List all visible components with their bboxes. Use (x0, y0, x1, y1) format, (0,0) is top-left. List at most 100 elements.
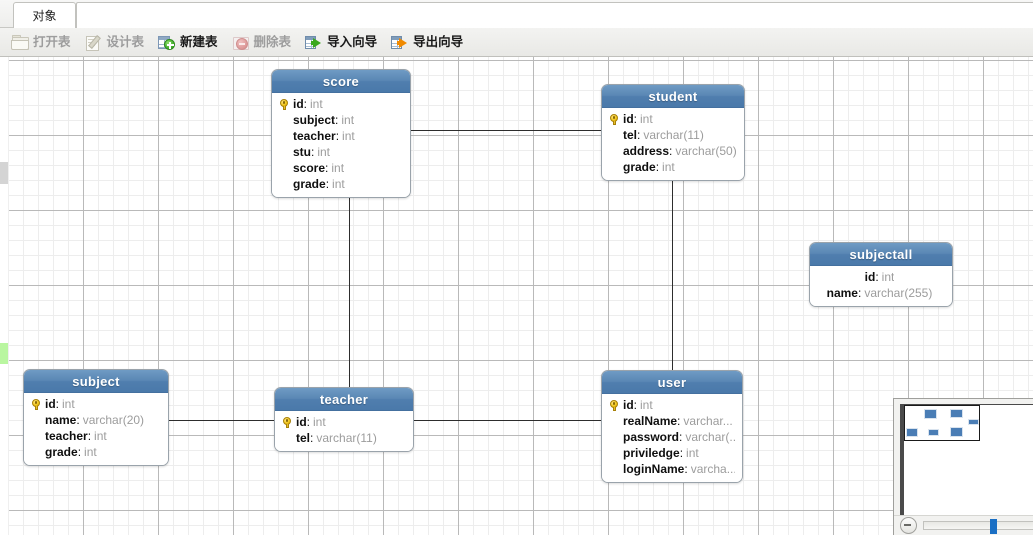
er-field-row[interactable]: teacher: int (276, 128, 403, 144)
er-field-type: int (686, 446, 699, 460)
er-field-type: int (94, 429, 107, 443)
er-table-subject[interactable]: subject id: int name: varchar(20) teacher: int… (23, 369, 169, 466)
er-field-separator: : (76, 413, 80, 427)
delete-table-label: 删除表 (253, 34, 292, 49)
er-field-row[interactable]: password: varchar(... (606, 429, 735, 445)
er-table-subjectall[interactable]: subjectall id: int name: varchar(255) (809, 242, 953, 307)
er-field-type: int (84, 445, 97, 459)
er-field-separator: : (684, 462, 688, 476)
er-table-fields-user: id: int realName: varchar... password: varcha… (602, 394, 742, 482)
er-field-separator: : (655, 160, 660, 174)
er-field-name: id (296, 415, 307, 429)
canvas-left-margin-strip (0, 57, 9, 535)
design-table-button[interactable]: 设计表 (84, 30, 152, 54)
canvas-scroll-marker[interactable] (0, 162, 8, 184)
er-field-type: int (313, 415, 326, 429)
er-field-name: stu (293, 145, 311, 159)
relation-student-user (672, 181, 673, 370)
er-field-type: varchar... (683, 414, 733, 428)
er-field-type: varchar(50) (675, 144, 737, 158)
export-wizard-label: 导出向导 (413, 34, 464, 49)
zoom-slider-track[interactable] (923, 519, 1033, 534)
minimap-viewport-rect[interactable] (904, 405, 980, 441)
er-field-row[interactable]: address: varchar(50) (606, 143, 737, 159)
er-field-row[interactable]: tel: varchar(11) (606, 127, 737, 143)
er-field-type: int (881, 270, 895, 284)
er-field-row[interactable]: id: int (28, 396, 161, 412)
er-field-row[interactable]: id: int (606, 111, 737, 127)
er-field-row[interactable]: grade: int (276, 176, 403, 192)
er-field-name: priviledge (623, 446, 680, 460)
er-field-name: id (864, 270, 876, 284)
delete-table-icon (232, 34, 250, 51)
er-field-row[interactable]: tel: varchar(11) (279, 430, 406, 446)
minimap-canvas[interactable] (900, 404, 1033, 516)
er-field-separator: : (669, 144, 673, 158)
er-table-student[interactable]: student id: int tel: varchar(11) address: varc… (601, 84, 745, 181)
er-field-name: tel (623, 128, 638, 142)
er-field-row[interactable]: name: varchar(20) (28, 412, 161, 428)
er-field-row[interactable]: id: int (279, 414, 406, 430)
er-field-name: grade (45, 445, 78, 459)
er-field-name: score (293, 161, 326, 175)
er-field-row[interactable]: name: varchar(255) (814, 285, 945, 301)
er-field-row[interactable]: id: int (276, 96, 403, 112)
er-field-type: int (640, 112, 653, 126)
primary-key-icon (606, 399, 623, 411)
er-field-name: teacher (293, 129, 336, 143)
er-field-name: name (826, 286, 858, 300)
er-field-row[interactable]: score: int (276, 160, 403, 176)
primary-key-icon (28, 398, 45, 410)
open-table-button[interactable]: 打开表 (10, 30, 78, 54)
er-table-teacher[interactable]: teacher id: int tel: varchar(11) (274, 387, 414, 452)
er-field-type: int (310, 97, 323, 111)
er-field-row[interactable]: grade: int (606, 159, 737, 175)
er-table-title-subject: subject (24, 370, 168, 393)
er-field-name: tel (296, 431, 311, 445)
tab-objects[interactable]: 对象 (13, 2, 76, 28)
er-table-title-score: score (272, 70, 410, 93)
er-field-row[interactable]: loginName: varcha... (606, 461, 735, 477)
minimap-panel[interactable] (893, 398, 1033, 535)
zoom-out-button[interactable] (900, 517, 917, 534)
er-field-row[interactable]: priviledge: int (606, 445, 735, 461)
new-table-label: 新建表 (180, 34, 218, 49)
er-field-name: id (623, 398, 634, 412)
er-field-separator: : (55, 397, 60, 411)
er-field-row[interactable]: id: int (606, 397, 735, 413)
er-field-separator: : (306, 415, 311, 429)
er-field-name: id (45, 397, 56, 411)
er-field-separator: : (679, 446, 684, 460)
er-field-type: int (662, 160, 675, 174)
er-field-type: int (317, 145, 331, 159)
er-field-type: int (341, 113, 355, 127)
import-wizard-button[interactable]: 导入向导 (304, 30, 384, 54)
er-field-row[interactable]: realName: varchar... (606, 413, 735, 429)
er-field-row[interactable]: grade: int (28, 444, 161, 460)
delete-table-button[interactable]: 删除表 (231, 30, 299, 54)
er-field-type: int (342, 129, 355, 143)
er-table-score[interactable]: score id: int subject: int teacher: int stu: int… (271, 69, 411, 198)
er-field-row[interactable]: stu: int (276, 144, 403, 160)
er-field-separator: : (637, 128, 641, 142)
canvas-position-marker (0, 343, 8, 364)
er-table-title-user: user (602, 371, 742, 394)
er-field-separator: : (325, 177, 330, 191)
er-field-name: address (623, 144, 670, 158)
new-table-button[interactable]: 新建表 (157, 30, 225, 54)
relation-score-student (411, 130, 601, 131)
er-field-row[interactable]: id: int (814, 269, 945, 285)
er-field-name: subject (293, 113, 336, 127)
er-field-separator: : (677, 414, 681, 428)
export-wizard-button[interactable]: 导出向导 (390, 30, 470, 54)
er-field-row[interactable]: subject: int (276, 112, 403, 128)
object-toolbar: 打开表 设计表 新建表 删除表 导入向导 导出向导 (0, 28, 1033, 57)
zoom-slider-thumb[interactable] (990, 519, 998, 534)
er-field-separator: : (679, 430, 683, 444)
er-field-separator: : (633, 398, 638, 412)
er-field-row[interactable]: teacher: int (28, 428, 161, 444)
er-field-separator: : (77, 445, 82, 459)
er-table-user[interactable]: user id: int realName: varchar... password: va… (601, 370, 743, 483)
er-field-separator: : (87, 429, 92, 443)
er-diagram-canvas[interactable]: score id: int subject: int teacher: int stu: int… (0, 57, 1033, 535)
